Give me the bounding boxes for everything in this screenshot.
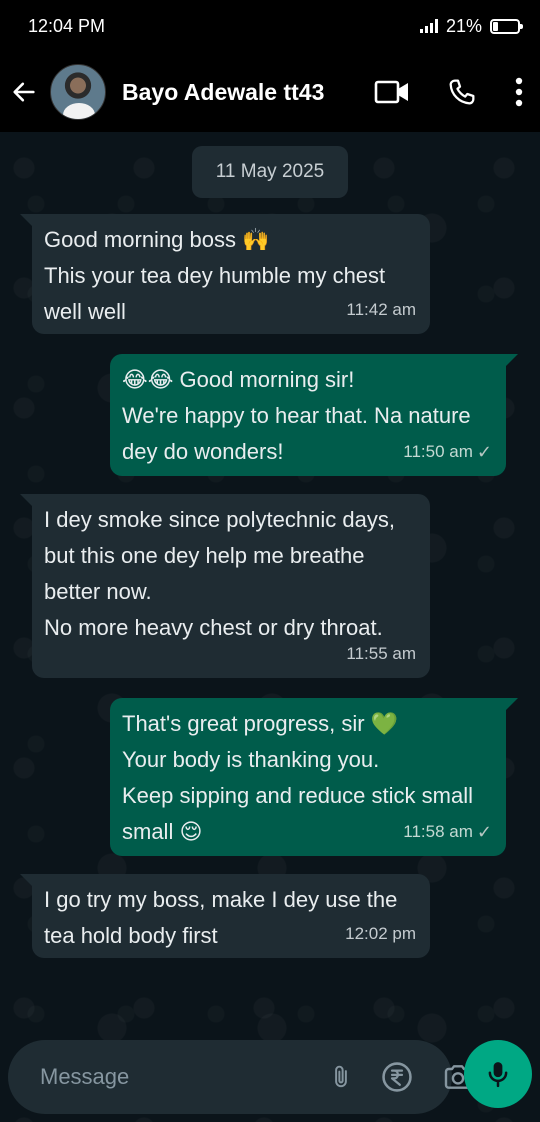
chat-header: Bayo Adewale tt43	[0, 52, 540, 132]
chat-area[interactable]: 11 May 2025 Good morning boss 🙌 This you…	[0, 132, 540, 1122]
battery-percent: 21%	[445, 15, 482, 36]
message-input[interactable]	[40, 1064, 328, 1090]
message-time: 11:50 am	[403, 442, 473, 461]
microphone-icon	[488, 1062, 508, 1088]
video-call-icon[interactable]	[374, 78, 410, 106]
message-composer	[8, 1040, 472, 1114]
header-actions	[374, 76, 524, 108]
message-bubble-outgoing[interactable]: 😂😂 Good morning sir! We're happy to hear…	[110, 354, 518, 476]
signal-icon	[419, 19, 438, 33]
battery-level	[493, 21, 499, 31]
message-time: 11:55 am	[346, 644, 416, 663]
status-indicators: 21%	[419, 15, 523, 37]
more-vertical-icon[interactable]	[514, 76, 524, 108]
message-meta: 12:02 pm	[345, 916, 416, 952]
message-bubble-outgoing[interactable]: That's great progress, sir 💚 Your body i…	[110, 698, 518, 856]
message-time: 11:58 am	[403, 822, 473, 841]
rupee-icon[interactable]	[380, 1060, 414, 1094]
message-bubble-incoming[interactable]: Good morning boss 🙌 This your tea dey hu…	[20, 214, 430, 334]
message-bubble-incoming[interactable]: I go try my boss, make I dey use the tea…	[20, 874, 430, 958]
phone-icon[interactable]	[446, 76, 478, 108]
message-meta: 11:50 am ✓	[403, 434, 492, 470]
contact-name[interactable]: Bayo Adewale tt43	[122, 79, 374, 106]
composer-actions	[328, 1060, 476, 1094]
microphone-button[interactable]	[464, 1040, 532, 1108]
paperclip-icon[interactable]	[328, 1060, 354, 1094]
message-time: 11:42 am	[346, 300, 416, 319]
message-meta: 11:58 am ✓	[403, 814, 492, 850]
sent-tick-icon: ✓	[476, 442, 492, 462]
arrow-left-icon[interactable]	[10, 78, 38, 106]
message-meta: 11:55 am	[346, 636, 416, 672]
battery-icon	[490, 18, 523, 34]
date-chip: 11 May 2025	[192, 146, 348, 198]
message-bubble-incoming[interactable]: I dey smoke since polytechnic days, but …	[20, 494, 430, 678]
status-bar: 12:04 PM 21%	[0, 0, 540, 52]
sent-tick-icon: ✓	[476, 822, 492, 842]
message-text: I dey smoke since polytechnic days, but …	[44, 507, 395, 640]
message-time: 12:02 pm	[345, 924, 416, 943]
message-meta: 11:42 am	[346, 292, 416, 328]
status-time: 12:04 PM	[28, 15, 106, 36]
avatar[interactable]	[50, 64, 106, 120]
